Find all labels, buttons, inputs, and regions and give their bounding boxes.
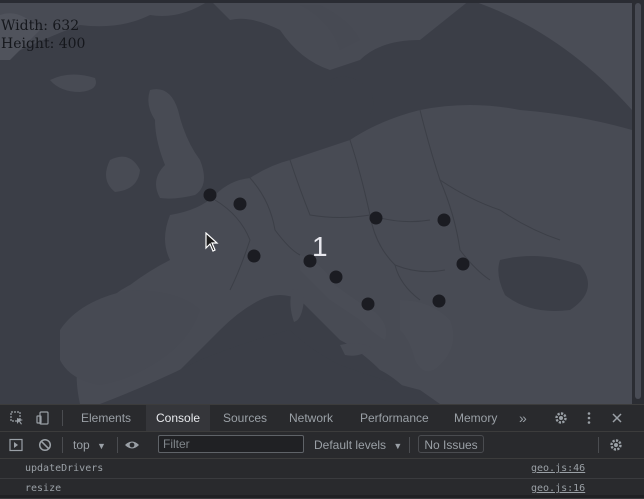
cluster-count-label[interactable]: 1 bbox=[312, 232, 328, 262]
inspect-element-icon[interactable] bbox=[8, 409, 26, 427]
close-icon[interactable] bbox=[608, 409, 626, 427]
settings-gear-icon[interactable] bbox=[552, 409, 570, 427]
tab-memory[interactable]: Memory bbox=[444, 405, 507, 431]
dimensions-readout: Width: 632 Height: 400 bbox=[1, 17, 85, 53]
device-toolbar-icon[interactable] bbox=[34, 409, 52, 427]
context-selector-label: top bbox=[73, 438, 90, 452]
marker-bologna[interactable] bbox=[329, 270, 343, 284]
sidebar-toggle-icon[interactable] bbox=[7, 436, 25, 454]
toolbar-divider bbox=[598, 437, 599, 453]
toolbar-divider bbox=[409, 437, 410, 453]
chevron-down-icon: ▼ bbox=[97, 441, 106, 451]
log-source-link[interactable]: geo.js:46 bbox=[531, 459, 585, 478]
width-readout: Width: 632 bbox=[1, 18, 80, 34]
log-message: resize bbox=[25, 483, 62, 494]
live-expression-eye-icon[interactable] bbox=[123, 436, 141, 454]
console-log-row: updateDrivers geo.js:46 bbox=[0, 459, 644, 479]
map-viewport[interactable]: Width: 632 Height: 400 1 bbox=[0, 0, 632, 404]
toolbar-divider bbox=[62, 437, 63, 453]
tab-divider bbox=[62, 410, 63, 426]
tab-console[interactable]: Console bbox=[146, 405, 211, 431]
scrollbar-thumb[interactable] bbox=[635, 3, 641, 399]
tab-sources[interactable]: Sources bbox=[213, 405, 277, 431]
more-tabs-button[interactable]: » bbox=[509, 405, 537, 431]
issues-button[interactable]: No Issues bbox=[418, 435, 484, 453]
marker-layer bbox=[203, 188, 470, 311]
log-message: updateDrivers bbox=[25, 463, 104, 474]
context-selector[interactable]: top ▼ bbox=[73, 435, 106, 456]
toolbar-divider bbox=[117, 437, 118, 453]
console-settings-gear-icon[interactable] bbox=[607, 436, 625, 454]
marker-brussels[interactable] bbox=[233, 197, 247, 211]
marker-skopje[interactable] bbox=[432, 294, 446, 308]
devtools-tabbar: Elements Console Sources Network Perform… bbox=[0, 405, 644, 432]
page-scrollbar[interactable] bbox=[632, 0, 644, 404]
log-levels-label: Default levels bbox=[314, 438, 387, 452]
log-levels-dropdown[interactable]: Default levels ▼ bbox=[314, 435, 402, 456]
height-readout: Height: 400 bbox=[1, 36, 86, 52]
more-options-icon[interactable] bbox=[580, 409, 598, 427]
marker-belgrade[interactable] bbox=[456, 257, 470, 271]
devtools-panel: Elements Console Sources Network Perform… bbox=[0, 404, 644, 499]
tab-elements[interactable]: Elements bbox=[71, 405, 141, 431]
console-log-row: resize geo.js:16 bbox=[0, 479, 644, 499]
marker-budapest[interactable] bbox=[437, 213, 451, 227]
marker-lyon[interactable] bbox=[247, 249, 261, 263]
marker-vienna[interactable] bbox=[369, 211, 383, 225]
log-source-link[interactable]: geo.js:16 bbox=[531, 479, 585, 498]
tab-performance[interactable]: Performance bbox=[350, 405, 439, 431]
marker-rome[interactable] bbox=[361, 297, 375, 311]
mouse-cursor-icon bbox=[205, 232, 219, 252]
tab-network[interactable]: Network bbox=[279, 405, 343, 431]
clear-console-icon[interactable] bbox=[36, 436, 54, 454]
chevron-down-icon: ▼ bbox=[393, 441, 403, 451]
console-toolbar: top ▼ Default levels ▼ No Issues bbox=[0, 432, 644, 459]
marker-london[interactable] bbox=[203, 188, 217, 202]
filter-input[interactable] bbox=[158, 435, 304, 453]
